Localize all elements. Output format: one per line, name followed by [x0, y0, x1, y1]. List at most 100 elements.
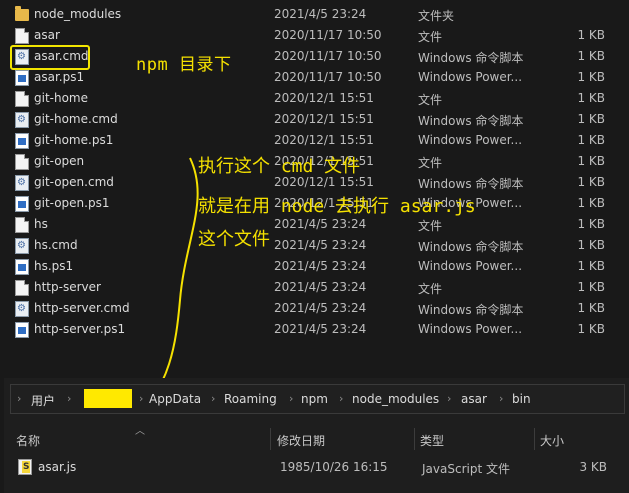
file-row[interactable]: hs.cmd 2021/4/5 23:24 Windows 命令脚本 1 KB: [0, 235, 629, 256]
chevron-right-icon[interactable]: ›: [67, 392, 71, 405]
redacted-username[interactable]: [84, 389, 132, 408]
file-type: 文件: [418, 219, 443, 233]
cmd-icon: [15, 301, 29, 317]
file-name: git-home.ps1: [34, 133, 114, 147]
file-date: 2020/12/1 15:51: [274, 133, 374, 147]
file-name: git-home.cmd: [34, 112, 118, 126]
file-icon: [15, 280, 29, 296]
sort-up-icon[interactable]: ︿: [135, 422, 145, 437]
file-row[interactable]: node_modules 2021/4/5 23:24 文件夹: [0, 4, 629, 25]
breadcrumb-item[interactable]: bin: [512, 392, 531, 406]
address-bar[interactable]: › 用户 › › AppData › Roaming › npm › node_…: [10, 384, 625, 414]
powershell-icon: [15, 70, 29, 86]
file-row[interactable]: http-server.cmd 2021/4/5 23:24 Windows 命令脚…: [0, 298, 629, 319]
file-name: http-server.cmd: [34, 301, 130, 315]
file-name: http-server: [34, 280, 101, 294]
file-date: 2020/12/1 15:51: [274, 112, 374, 126]
file-size: 1 KB: [577, 70, 605, 84]
powershell-icon: [15, 259, 29, 275]
annotation-line-2: 就是在用 node 去执行 asar.js: [198, 196, 476, 217]
breadcrumb-item[interactable]: npm: [301, 392, 328, 406]
file-row[interactable]: http-server 2021/4/5 23:24 文件 1 KB: [0, 277, 629, 298]
breadcrumb-item[interactable]: Roaming: [224, 392, 277, 406]
annotation-npm-dir: npm 目录下: [136, 55, 232, 75]
file-date: 2020/11/17 10:50: [274, 70, 382, 84]
file-type: Windows Power...: [418, 259, 523, 273]
file-icon: [15, 28, 29, 44]
file-date: 2021/4/5 23:24: [274, 217, 367, 231]
file-type: Windows 命令脚本: [418, 114, 524, 128]
file-type: JavaScript 文件: [422, 462, 510, 476]
file-name: http-server.ps1: [34, 322, 126, 336]
file-size: 1 KB: [577, 133, 605, 147]
file-name: git-open.ps1: [34, 196, 110, 210]
annotation-line-3: 这个文件: [198, 229, 270, 250]
breadcrumb-item[interactable]: 用户: [31, 392, 55, 409]
column-header-modified[interactable]: 修改日期: [277, 432, 325, 449]
file-icon: [15, 217, 29, 233]
file-name: hs.cmd: [34, 238, 78, 252]
chevron-right-icon[interactable]: ›: [211, 392, 215, 405]
file-date: 2021/4/5 23:24: [274, 280, 367, 294]
file-name: git-open: [34, 154, 85, 168]
file-date: 2020/11/17 10:50: [274, 28, 382, 42]
file-icon: [15, 91, 29, 107]
file-name: node_modules: [34, 7, 122, 21]
file-row[interactable]: hs.ps1 2021/4/5 23:24 Windows Power... 1 KB: [0, 256, 629, 277]
file-row[interactable]: asar.cmd2020/11/17 10:50Windows 命令脚本1 KB: [0, 46, 629, 67]
file-size: 1 KB: [577, 259, 605, 273]
file-date: 2021/4/5 23:24: [274, 7, 367, 21]
column-header-type[interactable]: 类型: [420, 432, 444, 449]
file-type: Windows 命令脚本: [418, 177, 524, 191]
file-size: 1 KB: [577, 154, 605, 168]
explorer-window: › 用户 › › AppData › Roaming › npm › node_…: [4, 378, 629, 493]
file-row-asar-js[interactable]: asar.js 1985/10/26 16:15 JavaScript 文件 3…: [4, 456, 629, 478]
file-row[interactable]: asar 2020/11/17 10:50 文件 1 KB: [0, 25, 629, 46]
chevron-right-icon[interactable]: ›: [17, 392, 21, 405]
file-name: asar.ps1: [34, 70, 85, 84]
breadcrumb-item[interactable]: AppData: [149, 392, 201, 406]
file-row[interactable]: git-home 2020/12/1 15:51 文件 1 KB: [0, 88, 629, 109]
powershell-icon: [15, 322, 29, 338]
column-header-row: ︿ 名称 修改日期 类型 大小: [4, 424, 629, 452]
file-size: 1 KB: [577, 301, 605, 315]
column-divider[interactable]: [534, 428, 535, 450]
file-date: 2020/12/1 15:51: [274, 91, 374, 105]
file-row[interactable]: http-server.ps1 2021/4/5 23:24 Windows Pow…: [0, 319, 629, 340]
file-type: Windows Power...: [418, 70, 523, 84]
file-type: 文件: [418, 30, 443, 44]
file-row[interactable]: asar.ps1 2020/11/17 10:50 Windows Power...…: [0, 67, 629, 88]
breadcrumb-item[interactable]: node_modules: [352, 392, 439, 406]
chevron-right-icon[interactable]: ›: [289, 392, 293, 405]
file-type: Windows Power...: [418, 133, 523, 147]
chevron-right-icon[interactable]: ›: [499, 392, 503, 405]
powershell-icon: [15, 133, 29, 149]
breadcrumb-item[interactable]: asar: [461, 392, 487, 406]
chevron-right-icon[interactable]: ›: [447, 392, 451, 405]
file-type: 文件: [418, 156, 443, 170]
file-type: 文件: [418, 93, 443, 107]
file-size: 1 KB: [577, 49, 605, 63]
file-size: 1 KB: [577, 280, 605, 294]
file-date: 2021/4/5 23:24: [274, 301, 367, 315]
chevron-right-icon[interactable]: ›: [339, 392, 343, 405]
file-date: 2021/4/5 23:24: [274, 238, 367, 252]
file-date: 2020/11/17 10:50: [274, 49, 382, 63]
file-row[interactable]: git-home.cmd 2020/12/1 15:51 Windows 命令脚本 1…: [0, 109, 629, 130]
file-size: 1 KB: [577, 217, 605, 231]
file-name: hs.ps1: [34, 259, 74, 273]
column-divider[interactable]: [270, 428, 271, 450]
file-type: Windows Power...: [418, 322, 523, 336]
column-header-name[interactable]: 名称: [16, 432, 40, 449]
file-type: 文件夹: [418, 9, 455, 23]
file-date: 2021/4/5 23:24: [274, 259, 367, 273]
file-row[interactable]: git-home.ps1 2020/12/1 15:51 Windows Power…: [0, 130, 629, 151]
annotation-line-1: 执行这个 cmd 文件: [198, 156, 361, 177]
file-size: 1 KB: [577, 112, 605, 126]
file-icon: [15, 154, 29, 170]
file-name: asar: [34, 28, 60, 42]
powershell-icon: [15, 196, 29, 212]
chevron-right-icon[interactable]: ›: [139, 392, 143, 405]
column-header-size[interactable]: 大小: [540, 432, 564, 449]
column-divider[interactable]: [414, 428, 415, 450]
